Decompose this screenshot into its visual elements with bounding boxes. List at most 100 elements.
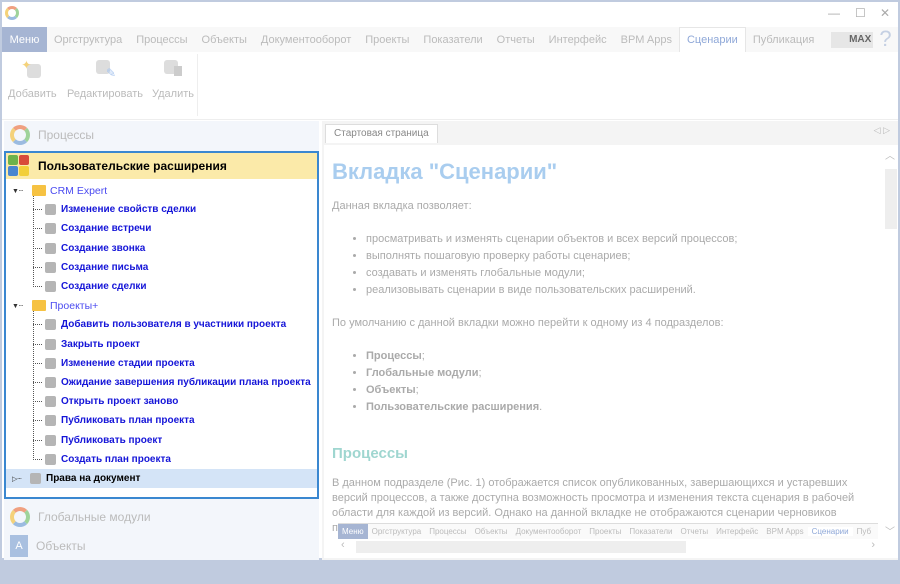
tree-item[interactable]: Изменение стадии проекта — [33, 354, 195, 373]
subsection-name: Процессы — [366, 350, 422, 362]
puzzle-icon — [45, 242, 56, 254]
punct: . — [539, 401, 543, 413]
objects-section[interactable]: A Объекты — [4, 532, 86, 560]
tab-scroll-arrows[interactable]: ◁ ▷ — [874, 125, 890, 136]
objects-book-icon: A — [10, 535, 28, 557]
figure-tab: Объекты — [474, 527, 508, 536]
collapse-icon[interactable]: ▼┄ — [12, 187, 32, 195]
figure-tab: Интерфейс — [716, 527, 759, 536]
tab-5[interactable]: Проекты — [358, 27, 416, 52]
tab-start-page[interactable]: Стартовая страница — [325, 124, 438, 143]
feature-item: просматривать и изменять сценарии объект… — [366, 232, 874, 247]
tree-item[interactable]: Добавить пользователя в участники проект… — [33, 315, 286, 334]
edit-button[interactable]: ✎ Редактировать — [67, 58, 143, 100]
feature-item: выполнять пошаговую проверку работы сцен… — [366, 249, 874, 264]
tree-item[interactable]: Создание звонка — [33, 239, 145, 258]
extensions-header[interactable]: Пользовательские расширения — [6, 153, 317, 179]
delete-button[interactable]: Удалить — [152, 58, 194, 100]
tree-item[interactable]: Публиковать проект — [33, 431, 162, 450]
tab-7[interactable]: Отчеты — [490, 27, 542, 52]
item-label: Создать план проекта — [61, 453, 171, 465]
figure-tab: Пуб — [856, 527, 872, 536]
item-label: Изменение стадии проекта — [61, 357, 195, 369]
tab-3[interactable]: Объекты — [195, 27, 254, 52]
puzzle-icon — [45, 377, 56, 388]
figure-tab: Показатели — [629, 527, 673, 536]
collapse-icon[interactable]: ▼┄ — [12, 302, 32, 310]
processes-label: Процессы — [38, 128, 95, 142]
tab-11[interactable]: Публикация — [746, 27, 821, 52]
punct: ; — [415, 384, 419, 396]
figure-tab: Процессы — [429, 527, 467, 536]
extensions-tree: Пользовательские расширения ▼┄ CRM Expert… — [4, 151, 319, 499]
puzzle-icon — [45, 204, 56, 216]
puzzle-icon — [45, 281, 56, 292]
folder-label: Проекты+ — [50, 299, 99, 312]
edit-label: Редактировать — [67, 88, 143, 100]
item-label: Создание встречи — [61, 223, 152, 235]
item-label: Создание звонка — [61, 242, 146, 254]
tree-item[interactable]: Создание встречи — [33, 219, 151, 238]
close-button[interactable]: ✕ — [880, 6, 890, 20]
minimize-button[interactable]: — — [828, 6, 840, 20]
tree-folder[interactable]: ▼┄ CRM Expert — [12, 181, 107, 200]
figure-tab: Сценарии — [807, 527, 853, 536]
puzzle-icon — [30, 473, 41, 484]
tab-2[interactable]: Процессы — [129, 27, 194, 52]
puzzle-icon — [45, 434, 56, 446]
title-bar: — ☐ ✕ — [2, 2, 898, 27]
puzzle-icon — [45, 415, 56, 427]
figure-tab: Проекты — [589, 527, 622, 536]
figure-tab: Документооборот — [515, 527, 582, 536]
app-logo-icon — [5, 6, 19, 20]
tree-item[interactable]: Создание сделки — [33, 277, 147, 296]
add-button[interactable]: ✦ Добавить — [8, 58, 57, 100]
processes-section[interactable]: Процессы — [4, 121, 94, 149]
tab-4[interactable]: Документооборот — [254, 27, 358, 52]
tab-8[interactable]: Интерфейс — [542, 27, 614, 52]
tree-folder[interactable]: ▼┄ Проекты+ — [12, 296, 98, 315]
tree-item[interactable]: Создать план проекта — [33, 450, 171, 469]
tree-item[interactable]: Публиковать план проекта — [33, 411, 195, 430]
punct: ; — [421, 350, 425, 362]
tree-item[interactable]: Изменение свойств сделки — [33, 200, 196, 219]
help-icon[interactable]: ? — [879, 27, 891, 52]
tab-1[interactable]: Оргструктура — [47, 27, 129, 52]
maximize-button[interactable]: ☐ — [855, 6, 866, 20]
tab-6[interactable]: Показатели — [416, 27, 489, 52]
max-toggle[interactable]: MAX — [831, 32, 874, 48]
item-label: Публиковать проект — [61, 434, 163, 446]
tree-item[interactable]: Открыть проект заново — [33, 392, 178, 411]
subsection-item: Процессы; — [366, 349, 874, 364]
horizontal-scrollbar[interactable]: ‹ › — [338, 539, 878, 555]
delete-puzzle-icon — [162, 58, 184, 80]
processes-icon — [10, 125, 30, 145]
vertical-scrollbar[interactable]: ︿ ﹀ — [882, 145, 898, 558]
feature-item: реализовывать сценарии в виде пользовате… — [366, 283, 874, 298]
tree-item-selected[interactable]: ▷┄ Права на документ — [6, 469, 317, 488]
puzzle-icon — [45, 396, 56, 408]
tab-0[interactable]: Меню — [2, 27, 47, 52]
subsection-name: Глобальные модули — [366, 367, 479, 379]
features-list: просматривать и изменять сценарии объект… — [366, 232, 874, 298]
tab-10[interactable]: Сценарии — [678, 27, 746, 52]
app-window: — ☐ ✕ Меню Оргструктура Процессы Объекты Док… — [2, 2, 898, 560]
global-modules-label: Глобальные модули — [38, 510, 151, 524]
expand-icon[interactable]: ▷┄ — [6, 475, 30, 483]
global-modules-section[interactable]: Глобальные модули — [4, 503, 151, 531]
edit-puzzle-icon: ✎ — [94, 58, 116, 80]
tree-item[interactable]: Закрыть проект — [33, 335, 140, 354]
item-label: Открыть проект заново — [61, 396, 179, 408]
subsection-item: Пользовательские расширения. — [366, 400, 874, 415]
item-label: Закрыть проект — [61, 338, 141, 350]
puzzle-icon — [45, 453, 56, 465]
tab-9[interactable]: BPM Apps — [614, 27, 679, 52]
item-label: Права на документ — [46, 473, 141, 484]
doc-intro: Данная вкладка позволяет: — [332, 200, 472, 212]
figure-tab: Оргструктура — [371, 527, 422, 536]
doc-default-text: По умолчанию с данной вкладки можно пере… — [332, 317, 724, 329]
puzzle-icon — [45, 319, 56, 331]
tree-item[interactable]: Создание письма — [33, 258, 148, 277]
tree-item[interactable]: Ожидание завершения публикации плана про… — [33, 373, 311, 392]
figure-tab: Отчеты — [680, 527, 709, 536]
